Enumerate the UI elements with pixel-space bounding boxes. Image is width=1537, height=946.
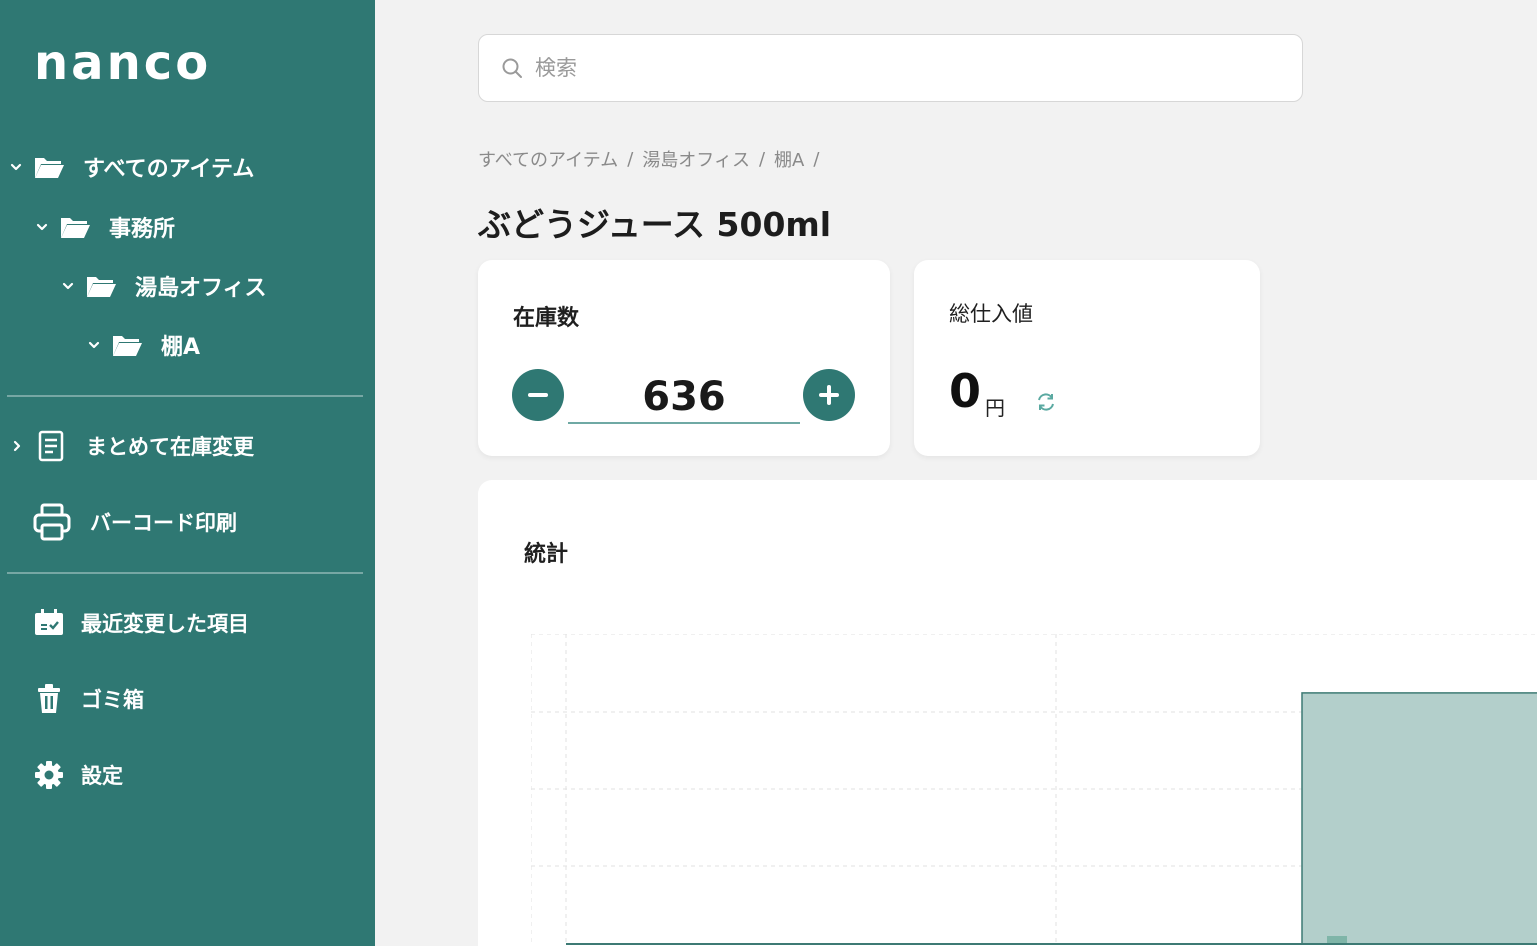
- nav-label: 最近変更した項目: [81, 612, 249, 636]
- tree-item-label: すべてのアイテム: [83, 157, 255, 182]
- total-cost-card: 総仕入値 0 円: [914, 260, 1260, 456]
- nav-label: 設定: [81, 764, 123, 788]
- breadcrumb-separator: /: [758, 148, 766, 170]
- search-icon: [501, 57, 523, 79]
- chevron-down-icon[interactable]: [35, 220, 49, 234]
- nav-label: ゴミ箱: [81, 688, 144, 712]
- folder-open-icon: [111, 332, 143, 358]
- settings-button[interactable]: 設定: [29, 753, 123, 797]
- tree-item-yushima-office[interactable]: 湯島オフィス: [61, 266, 267, 306]
- tree-item-all-items[interactable]: すべてのアイテム: [9, 147, 254, 187]
- trash-icon: [29, 679, 69, 719]
- decrement-button[interactable]: [512, 369, 564, 421]
- search-input[interactable]: [535, 56, 1235, 80]
- sidebar-divider: [7, 395, 363, 397]
- barcode-print-button[interactable]: バーコード印刷: [32, 500, 237, 544]
- bulk-stock-change-button[interactable]: まとめて在庫変更: [10, 424, 254, 468]
- plus-icon: [818, 384, 840, 406]
- tree-item-label: 棚A: [161, 335, 201, 360]
- minus-icon: [527, 384, 549, 406]
- refresh-icon[interactable]: [1035, 391, 1057, 413]
- nav-label: バーコード印刷: [90, 511, 237, 535]
- stats-title: 統計: [524, 542, 569, 567]
- breadcrumb-link[interactable]: 棚A: [774, 146, 804, 172]
- page-title: ぶどうジュース 500ml: [478, 205, 832, 244]
- search-bar[interactable]: [478, 34, 1303, 102]
- trash-button[interactable]: ゴミ箱: [29, 677, 144, 721]
- total-cost-unit: 円: [985, 396, 1005, 420]
- stock-card: 在庫数 636: [478, 260, 890, 456]
- total-cost-title: 総仕入値: [949, 302, 1033, 326]
- folder-open-icon: [59, 214, 91, 240]
- chevron-down-icon[interactable]: [61, 279, 75, 293]
- chevron-right-icon[interactable]: [10, 439, 24, 453]
- document-icon: [36, 426, 66, 466]
- stats-chart: [531, 634, 1537, 945]
- chevron-down-icon[interactable]: [87, 338, 101, 352]
- tree-item-office[interactable]: 事務所: [35, 207, 175, 247]
- total-cost-value: 0: [949, 364, 982, 418]
- sidebar-divider: [7, 572, 363, 574]
- tree-item-shelf-a[interactable]: 棚A: [87, 325, 200, 365]
- breadcrumb-separator: /: [813, 148, 820, 170]
- sidebar: nanco すべてのアイテム 事務所 湯島オフィス 棚A まとめて在庫変更 バー…: [0, 0, 375, 946]
- breadcrumb: すべてのアイテム / 湯島オフィス / 棚A /: [478, 145, 828, 173]
- folder-open-icon: [33, 154, 65, 180]
- stock-title: 在庫数: [513, 306, 580, 331]
- tree-item-label: 事務所: [109, 217, 176, 242]
- quantity-value[interactable]: 636: [568, 370, 800, 424]
- breadcrumb-separator: /: [627, 148, 634, 170]
- stats-card: 統計: [478, 480, 1537, 946]
- printer-icon: [32, 502, 72, 542]
- chevron-down-icon[interactable]: [9, 160, 23, 174]
- recent-changes-button[interactable]: 最近変更した項目: [29, 601, 249, 645]
- breadcrumb-link[interactable]: すべてのアイテム: [478, 146, 618, 172]
- gear-icon: [29, 755, 69, 795]
- chart-bar: [1301, 692, 1537, 945]
- increment-button[interactable]: [803, 369, 855, 421]
- chart-bar-marker: [1327, 936, 1347, 944]
- tree-item-label: 湯島オフィス: [135, 276, 267, 301]
- breadcrumb-link[interactable]: 湯島オフィス: [642, 146, 750, 172]
- app-logo[interactable]: nanco: [34, 36, 211, 90]
- folder-open-icon: [85, 273, 117, 299]
- nav-label: まとめて在庫変更: [86, 435, 254, 459]
- calendar-check-icon: [29, 603, 69, 643]
